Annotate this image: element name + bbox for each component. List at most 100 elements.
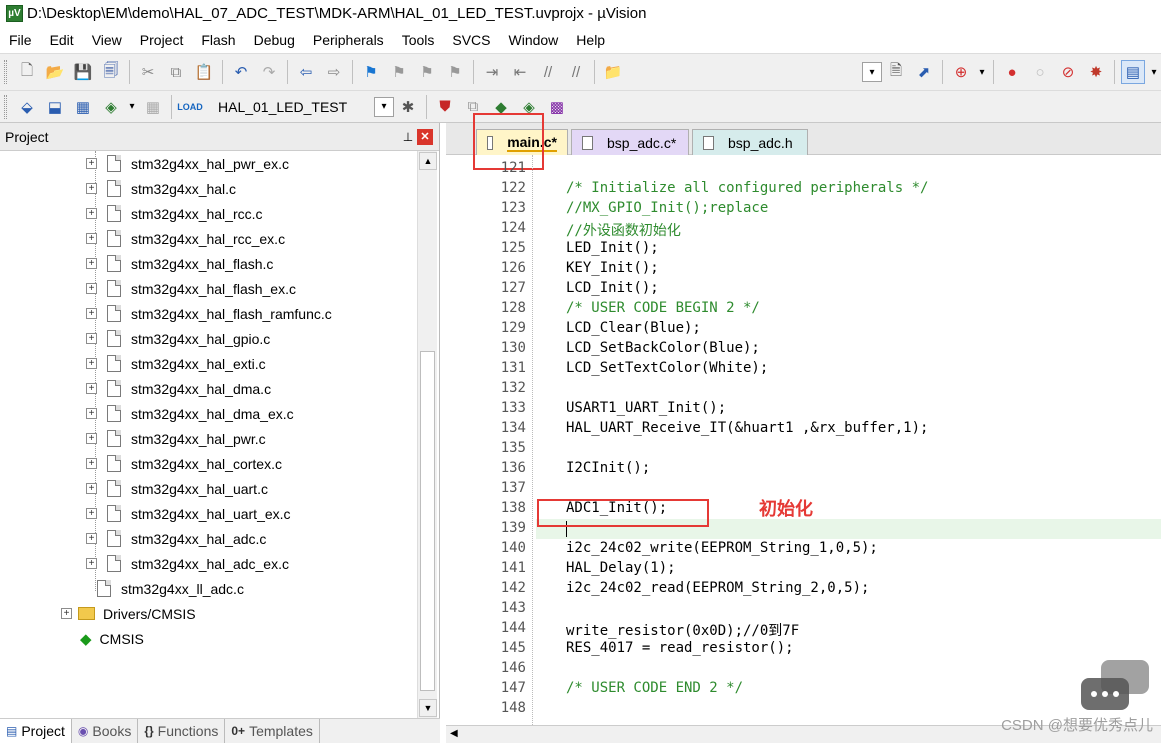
chevron-down-icon[interactable]: ▾ [1149,60,1159,84]
redo-icon[interactable]: ↷ [257,60,281,84]
tree-item-file[interactable]: + stm32g4xx_hal_pwr_ex.c [86,151,289,176]
expand-icon[interactable]: + [86,308,97,319]
menu-tools[interactable]: Tools [393,32,444,48]
expand-icon[interactable]: + [86,233,97,244]
debug-session-icon[interactable]: ⊕ [949,60,973,84]
indent-icon[interactable]: ⇥ [480,60,504,84]
navigate-forward-icon[interactable]: ⇨ [322,60,346,84]
expand-icon[interactable]: + [86,433,97,444]
expand-icon[interactable]: + [86,408,97,419]
expand-icon[interactable]: + [86,358,97,369]
tab-books[interactable]: ◉ Books [72,719,139,743]
target-select[interactable]: HAL_01_LED_TEST ▾ [214,94,394,119]
tab-functions[interactable]: {} Functions [138,719,226,743]
menu-file[interactable]: File [0,32,41,48]
tree-item-file[interactable]: + stm32g4xx_hal_flash_ex.c [86,276,296,301]
menu-window[interactable]: Window [500,32,568,48]
prev-bookmark-icon[interactable]: ⚑ [387,60,411,84]
menu-debug[interactable]: Debug [245,32,304,48]
tree-item-file[interactable]: stm32g4xx_ll_adc.c [97,576,244,601]
menu-edit[interactable]: Edit [41,32,83,48]
menu-flash[interactable]: Flash [192,32,244,48]
pin-icon[interactable]: ⊥ [399,130,417,144]
copy-icon[interactable]: ⧉ [164,60,188,84]
disable-breakpoint-icon[interactable]: ○ [1028,60,1052,84]
navigate-back-icon[interactable]: ⇦ [294,60,318,84]
menu-view[interactable]: View [83,32,131,48]
expand-icon[interactable]: + [86,533,97,544]
tree-item-file[interactable]: + stm32g4xx_hal_cortex.c [86,451,282,476]
tree-item-file[interactable]: + stm32g4xx_hal_adc_ex.c [86,551,289,576]
batch-build-icon[interactable]: ◈ [99,95,123,119]
kill-breakpoints-icon[interactable]: ✸ [1084,60,1108,84]
menu-project[interactable]: Project [131,32,193,48]
next-bookmark-icon[interactable]: ⚑ [415,60,439,84]
translate-icon[interactable]: ⬙ [15,95,39,119]
tree-item-file[interactable]: + stm32g4xx_hal_dma_ex.c [86,401,294,426]
toolbar-grip[interactable] [4,94,7,119]
scroll-down-icon[interactable]: ▼ [419,699,437,717]
scroll-thumb[interactable] [420,351,435,691]
chevron-down-icon[interactable]: ▾ [127,95,137,119]
scroll-left-icon[interactable]: ◀ [450,728,458,739]
expand-icon[interactable]: + [86,183,97,194]
new-file-icon[interactable]: 🗋 [15,60,39,84]
insert-bookmark-icon[interactable]: ⚑ [359,60,383,84]
expand-icon[interactable]: + [86,483,97,494]
target-options-icon[interactable]: ✱ [396,95,420,119]
tree-item-file[interactable]: + stm32g4xx_hal_pwr.c [86,426,266,451]
stop-build-icon[interactable]: ▦ [141,95,165,119]
unindent-icon[interactable]: ⇤ [508,60,532,84]
uncomment-icon[interactable]: // [564,60,588,84]
tree-item-file[interactable]: + stm32g4xx_hal_uart_ex.c [86,501,291,526]
window-layout-icon[interactable]: ▤ [1121,60,1145,84]
find-in-files-icon[interactable]: 📁 [601,60,625,84]
expand-icon[interactable]: + [86,508,97,519]
expand-icon[interactable]: + [86,383,97,394]
tab-bsp-adc-h[interactable]: bsp_adc.h [692,129,808,155]
tree-item-file[interactable]: + stm32g4xx_hal.c [86,176,236,201]
expand-icon[interactable]: + [86,333,97,344]
rebuild-icon[interactable]: ▦ [71,95,95,119]
tab-templates[interactable]: 0+ Templates [225,719,320,743]
tree-item-file[interactable]: + stm32g4xx_hal_uart.c [86,476,268,501]
tree-item-file[interactable]: + stm32g4xx_hal_rcc.c [86,201,263,226]
download-load-icon[interactable]: LOAD [177,95,203,119]
tree-item-file[interactable]: + stm32g4xx_hal_flash_ramfunc.c [86,301,332,326]
menu-svcs[interactable]: SVCS [443,32,499,48]
find-icon[interactable]: 🗎 [884,60,908,84]
tree-item-file[interactable]: + stm32g4xx_hal_exti.c [86,351,266,376]
comment-icon[interactable]: // [536,60,560,84]
build-icon[interactable]: ⬓ [43,95,67,119]
tree-item-file[interactable]: + stm32g4xx_hal_dma.c [86,376,271,401]
expand-icon[interactable]: + [86,208,97,219]
save-all-icon[interactable]: 🗐 [99,60,123,84]
pack-installer-icon[interactable]: ▩ [545,95,569,119]
tree-item-file[interactable]: + stm32g4xx_hal_adc.c [86,526,266,551]
chevron-down-icon[interactable]: ▾ [977,60,987,84]
tree-item-file[interactable]: + stm32g4xx_hal_rcc_ex.c [86,226,285,251]
manage-components-icon[interactable]: ⛊ [433,95,457,119]
clear-bookmarks-icon[interactable]: ⚑ [443,60,467,84]
expand-icon[interactable]: + [86,458,97,469]
tree-item-component[interactable]: ◆ CMSIS [74,626,144,651]
undo-icon[interactable]: ↶ [229,60,253,84]
incremental-find-icon[interactable]: ⬈ [912,60,936,84]
menu-peripherals[interactable]: Peripherals [304,32,393,48]
expand-icon[interactable]: + [86,258,97,269]
expand-icon[interactable]: + [86,283,97,294]
find-combo-dropdown[interactable]: ▾ [862,62,882,82]
disable-all-breakpoints-icon[interactable]: ⊘ [1056,60,1080,84]
close-icon[interactable]: ✕ [417,128,433,145]
expand-icon[interactable]: + [86,158,97,169]
tree-item-file[interactable]: + stm32g4xx_hal_flash.c [86,251,273,276]
expand-icon[interactable]: + [61,608,72,619]
chevron-down-icon[interactable]: ▾ [374,96,394,117]
save-icon[interactable]: 💾 [71,60,95,84]
paste-icon[interactable]: 📋 [192,60,216,84]
chat-bubble-icon[interactable] [1081,660,1151,716]
expand-icon[interactable]: + [86,558,97,569]
tree-item-file[interactable]: + stm32g4xx_hal_gpio.c [86,326,270,351]
cut-icon[interactable]: ✂ [136,60,160,84]
tab-project[interactable]: ▤ Project [0,719,72,743]
